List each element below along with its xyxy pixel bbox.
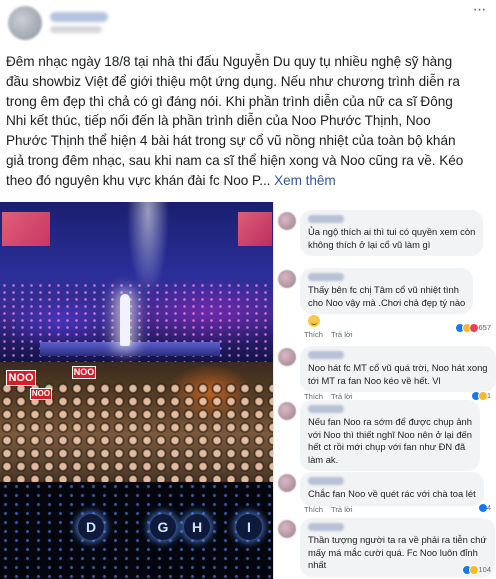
letter-board: H (184, 514, 210, 540)
post-body: Đêm nhạc ngày 18/8 tại nhà thi đấu Nguyễ… (6, 52, 492, 191)
comment-line: tới MT ra fan Noo kéo về hết. Vl (308, 374, 441, 386)
post-line-last: theo đó nguyên khu vực khán đài fc Noo P… (6, 171, 492, 191)
emoji-reply (308, 312, 320, 330)
comment-reactions[interactable]: 104 (462, 564, 491, 576)
post-line-truncated: theo đó nguyên khu vực khán đài fc Noo P… (6, 172, 271, 188)
post-line: Đêm nhạc ngày 18/8 tại nhà thi đấu Nguyễ… (6, 54, 453, 69)
commenter-avatar[interactable] (278, 520, 296, 538)
comment-line: nhất (308, 559, 327, 571)
post-line: trong êm đẹp thì chả có gì đáng nói. Khi… (6, 93, 453, 109)
reply-link[interactable]: Trả lời (331, 505, 353, 514)
commenter-name-blurred[interactable] (308, 523, 344, 531)
letter-board: G (150, 514, 176, 540)
reaction-count: 657 (478, 323, 491, 332)
post-line: giả trong đêm nhạc, sau khi nam ca sĩ th… (6, 152, 464, 168)
comment-line: Thấy bên fc chị Tâm cổ vũ nhiệt tình (308, 284, 459, 295)
comment-actions: Thích Trả lời (304, 505, 361, 514)
comment-line: hết ct rồi mới chụp với fan như ĐN đã (308, 441, 466, 453)
comment-bubble: Noo hát fc MT cổ vũ quá trời, Noo hát xo… (300, 346, 496, 393)
comment-bubble: Ủa ngộ thích ai thì tui có quyền xem còn… (300, 210, 484, 257)
stage-screen-right (238, 212, 272, 246)
stage-screen-left (2, 212, 50, 246)
reaction-count: 4 (486, 503, 491, 512)
reaction-count: 104 (478, 565, 491, 574)
post-line: Phước Thịnh thể hiện 4 bài hát trong sự … (6, 133, 456, 149)
comment-line: Ủa ngộ thích ai thì tui có quyền xem còn (308, 226, 476, 237)
comment-bubble: Chắc fan Noo về quét rác với chà toa lét (300, 472, 484, 506)
commenter-avatar[interactable] (278, 212, 296, 230)
smile-emoji-icon (308, 314, 320, 327)
stage-platform (40, 342, 220, 356)
like-link[interactable]: Thích (304, 330, 323, 339)
comment-line: Thần tượng người ta ra về phải ra tiễn c… (308, 534, 487, 545)
author-name-blurred[interactable] (50, 12, 108, 22)
photo-collage[interactable]: NOO NOO NOO D G H I Ủa ngộ thích ai thì … (0, 202, 496, 579)
letter-board: D (78, 514, 104, 540)
commenter-avatar[interactable] (278, 402, 296, 420)
comment-line: Chắc fan Noo về quét rác với chà toa lét (308, 488, 476, 499)
comment-reactions[interactable]: 4 (477, 502, 491, 514)
singer-figure (120, 294, 130, 346)
see-more-link[interactable]: Xem thêm (274, 173, 336, 188)
comment-line: Nếu fan Noo ra sớm để được chụp ảnh (308, 416, 472, 427)
fan-crowd-photo[interactable]: NOO NOO NOO (0, 362, 273, 482)
comment-line: mấy má mắc cười quá. Fc Noo luôn đỉnh (308, 546, 478, 558)
commenter-avatar[interactable] (278, 348, 296, 366)
commenter-name-blurred[interactable] (308, 215, 344, 223)
comment-actions: Thích Trả lời (304, 330, 361, 339)
comment-reactions[interactable]: 657 (455, 322, 491, 334)
comment-line: không thích ở lại cổ vũ làm gì (308, 238, 431, 250)
concert-stage-photo[interactable] (0, 202, 273, 362)
comment-line: với Noo thì thiết nghĩ Noo nên ở lại đến (308, 428, 472, 440)
comment-line: làm ak. (308, 453, 339, 465)
commenter-name-blurred[interactable] (308, 351, 344, 359)
author-avatar[interactable] (8, 6, 42, 40)
noo-banner: NOO (6, 370, 36, 386)
noo-banner: NOO (72, 366, 96, 379)
post-line: Nhi kết thúc, tiếp nối đến là phần trình… (6, 113, 431, 129)
more-options-icon[interactable]: ··· (468, 2, 490, 18)
post-header: ··· (0, 0, 496, 44)
noo-banner: NOO (30, 388, 52, 400)
reaction-count: 1 (486, 391, 491, 400)
letter-board: I (236, 514, 262, 540)
commenter-avatar[interactable] (278, 474, 296, 492)
lightstick-letters-photo[interactable]: D G H I (0, 482, 273, 579)
comment-line: cho Noo vậy mà .Chơi chả đẹp tý nào (308, 296, 466, 308)
commenter-name-blurred[interactable] (308, 477, 344, 485)
post-timestamp-blurred (50, 26, 102, 33)
letter-boards: D G H I (0, 512, 273, 546)
comment-bubble: Thấy bên fc chị Tâm cổ vũ nhiệt tình cho… (300, 268, 474, 315)
commenter-name-blurred[interactable] (308, 405, 344, 413)
post-line: đầu showbiz Việt để giới thiệu một ứng d… (6, 73, 460, 89)
commenter-avatar[interactable] (278, 270, 296, 288)
comments-screenshot[interactable]: Ủa ngộ thích ai thì tui có quyền xem còn… (273, 202, 496, 579)
commenter-name-blurred[interactable] (308, 273, 344, 281)
comment-bubble: Nếu fan Noo ra sớm để được chụp ảnh với … (300, 400, 480, 472)
comment-line: Noo hát fc MT cổ vũ quá trời, Noo hát xo… (308, 362, 488, 373)
comment-reactions[interactable]: 1 (470, 390, 491, 402)
reply-link[interactable]: Trả lời (331, 330, 353, 339)
like-link[interactable]: Thích (304, 505, 323, 514)
